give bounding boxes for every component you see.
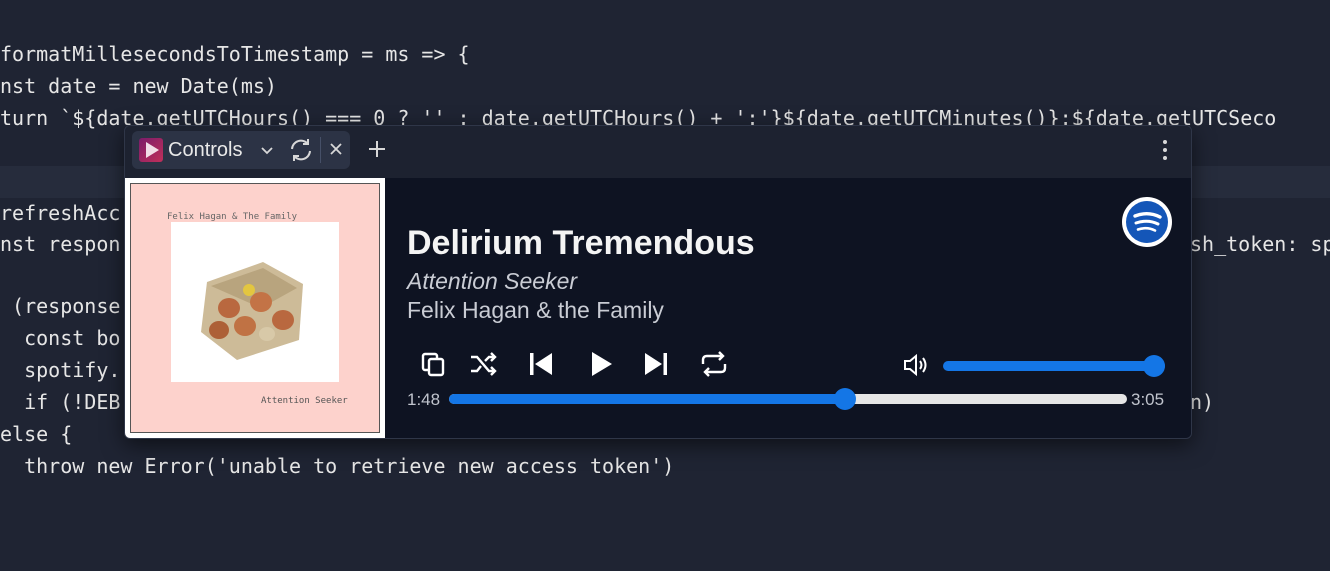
total-time: 3:05 bbox=[1131, 390, 1165, 409]
spotify-player: Felix Hagan & The Family Attention Seeke… bbox=[125, 178, 1191, 438]
play-icon[interactable] bbox=[587, 350, 615, 383]
code-line-9: if (!DEB bbox=[0, 390, 121, 414]
repeat-icon[interactable] bbox=[699, 350, 729, 383]
copy-icon[interactable] bbox=[419, 350, 447, 383]
tab-bar: Controls bbox=[125, 126, 1191, 178]
tab-divider bbox=[320, 137, 321, 163]
album-cover: Felix Hagan & The Family Attention Seeke… bbox=[125, 178, 385, 438]
code-line-4: refreshAcc bbox=[0, 201, 121, 225]
progress-bar-thumb[interactable] bbox=[833, 388, 856, 410]
egg-carton-image bbox=[171, 222, 339, 382]
plus-icon[interactable] bbox=[367, 139, 387, 164]
spotify-icon[interactable] bbox=[1121, 196, 1173, 253]
album-name: Attention Seeker bbox=[407, 268, 578, 294]
cover-album-text: Attention Seeker bbox=[261, 396, 348, 406]
code-line-8: spotify. bbox=[0, 358, 121, 382]
play-logo-icon bbox=[139, 138, 163, 162]
code-line-5: nst respon bbox=[0, 232, 121, 256]
album-cover-art: Felix Hagan & The Family Attention Seeke… bbox=[130, 183, 380, 433]
code-line-7: const bo bbox=[0, 326, 121, 350]
artist-name: Felix Hagan & the Family bbox=[407, 297, 664, 323]
code-line-2: nst date = new Date(ms) bbox=[0, 74, 277, 98]
code-line-6: (response bbox=[0, 294, 121, 318]
current-time: 1:48 bbox=[407, 390, 441, 409]
code-line-5-tail: sh_token: sp bbox=[1190, 232, 1330, 256]
progress-bar-fill bbox=[449, 394, 845, 404]
shuffle-icon[interactable] bbox=[469, 350, 499, 383]
skip-next-icon[interactable] bbox=[642, 350, 670, 383]
tab-controls[interactable]: Controls bbox=[132, 131, 350, 169]
volume-slider-thumb[interactable] bbox=[1143, 355, 1165, 377]
close-icon[interactable] bbox=[328, 141, 344, 162]
volume-slider[interactable] bbox=[943, 361, 1165, 371]
cover-artist-text: Felix Hagan & The Family bbox=[167, 212, 298, 222]
progress-bar[interactable] bbox=[449, 394, 1127, 404]
code-line-11: throw new Error('unable to retrieve new … bbox=[0, 454, 675, 478]
code-line-1: formatMillesecondsToTimestamp = ms => { bbox=[0, 42, 470, 66]
track-title: Delirium Tremendous bbox=[407, 224, 755, 262]
more-vertical-icon[interactable] bbox=[1157, 139, 1173, 166]
code-line-9-tail: n) bbox=[1190, 390, 1215, 414]
code-line-10: else { bbox=[0, 422, 73, 446]
controls-window: Controls Felix Hagan & The Family Attent… bbox=[124, 125, 1192, 439]
volume-icon[interactable] bbox=[903, 353, 929, 382]
skip-previous-icon[interactable] bbox=[527, 350, 555, 383]
refresh-icon[interactable] bbox=[288, 138, 314, 167]
tab-title: Controls bbox=[168, 139, 243, 161]
chevron-down-icon[interactable] bbox=[260, 140, 274, 165]
